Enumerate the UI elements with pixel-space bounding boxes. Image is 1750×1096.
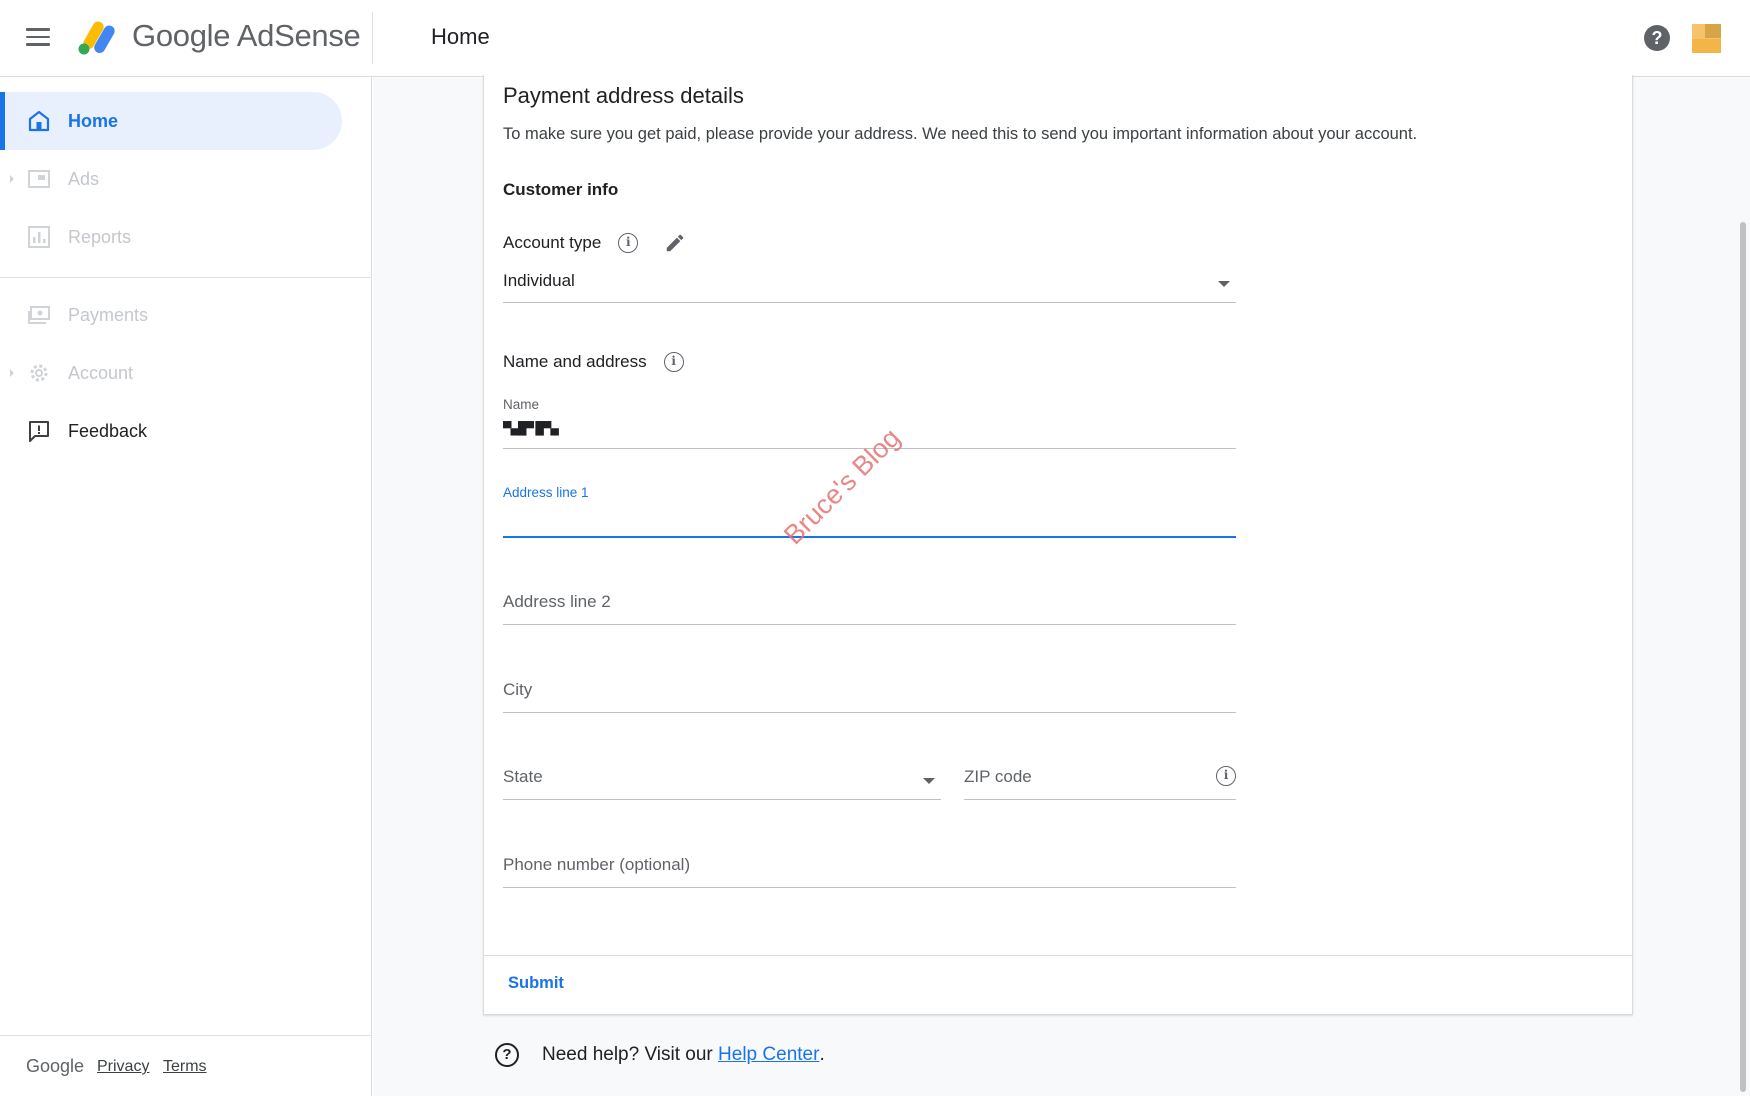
zip-code-field[interactable]: ZIP code i: [964, 757, 1236, 800]
page-title: Home: [431, 24, 490, 49]
home-icon: [28, 110, 50, 132]
feedback-icon: [29, 421, 49, 442]
ads-icon: [28, 170, 50, 188]
dropdown-arrow-icon: [1218, 281, 1230, 287]
gear-icon: [30, 364, 48, 382]
sidebar-item-label: Feedback: [68, 420, 148, 441]
scrollbar[interactable]: [1740, 222, 1746, 1092]
address-line-1-label: Address line 1: [503, 485, 589, 500]
payments-icon: [28, 306, 50, 324]
sidebar-item-account[interactable]: Account: [0, 344, 342, 402]
state-select[interactable]: State: [503, 757, 941, 800]
main-content: Payment address details To make sure you…: [373, 75, 1750, 1096]
sidebar-footer: Google Privacy Terms: [0, 1035, 372, 1096]
bar-chart-icon: [28, 226, 50, 248]
account-type-value: Individual: [503, 271, 575, 290]
card-title: Payment address details: [503, 83, 744, 108]
phone-number-field[interactable]: Phone number (optional): [503, 845, 1236, 888]
expand-caret-icon: [10, 369, 14, 377]
address-line-2-field[interactable]: Address line 2: [503, 582, 1236, 625]
name-address-label: Name and address: [503, 352, 647, 371]
google-wordmark: Google: [26, 1056, 85, 1076]
help-period: .: [819, 1044, 825, 1065]
terms-link[interactable]: Terms: [163, 1058, 207, 1076]
info-icon[interactable]: i: [663, 352, 684, 372]
sidebar: Home Ads Reports Payments Account Feedba…: [0, 77, 372, 1096]
expand-caret-icon: [10, 175, 14, 183]
privacy-link[interactable]: Privacy: [97, 1058, 149, 1076]
phone-number-placeholder: Phone number (optional): [503, 855, 691, 874]
info-icon[interactable]: i: [1216, 766, 1236, 786]
address-line-1-field[interactable]: Address line 1: [503, 483, 1236, 538]
account-avatar[interactable]: [1692, 24, 1721, 53]
account-type-select[interactable]: Individual: [503, 265, 1236, 303]
card-footer: Submit: [484, 955, 1632, 1015]
payment-address-card: Payment address details To make sure you…: [483, 75, 1633, 1015]
sidebar-item-payments[interactable]: Payments: [0, 286, 342, 344]
card-description: To make sure you get paid, please provid…: [503, 125, 1418, 143]
submit-button[interactable]: Submit: [508, 974, 564, 993]
account-type-label: Account type: [503, 233, 602, 252]
sidebar-item-label: Reports: [68, 226, 132, 247]
sidebar-item-label: Account: [68, 362, 134, 383]
adsense-logo-icon: [78, 21, 115, 55]
help-center-link[interactable]: Help Center: [718, 1044, 819, 1066]
name-field-value: ▀▄█▀ █▀▄: [503, 421, 559, 435]
main-menu-button[interactable]: [26, 28, 50, 48]
help-text: Need help? Visit our: [542, 1044, 713, 1065]
app-header: Google AdSense Home ?: [0, 0, 1750, 77]
zip-code-placeholder: ZIP code: [964, 767, 1032, 786]
account-type-label-row: Account type i: [503, 232, 686, 254]
address-line-2-placeholder: Address line 2: [503, 592, 611, 611]
dropdown-arrow-icon: [923, 778, 935, 784]
sidebar-item-label: Ads: [68, 168, 100, 189]
help-icon[interactable]: ?: [1644, 25, 1670, 51]
state-placeholder: State: [503, 767, 543, 786]
brand-name: Google AdSense: [132, 18, 361, 53]
name-field-label: Name: [503, 397, 540, 412]
sidebar-item-label: Payments: [68, 304, 149, 325]
help-circle-icon: ?: [495, 1043, 519, 1067]
sidebar-item-ads[interactable]: Ads: [0, 150, 342, 208]
header-divider: [372, 12, 373, 64]
sidebar-item-reports[interactable]: Reports: [0, 208, 342, 266]
city-field[interactable]: City: [503, 670, 1236, 713]
sidebar-item-home[interactable]: Home: [0, 92, 342, 150]
edit-pencil-icon[interactable]: [664, 232, 686, 254]
sidebar-item-feedback[interactable]: Feedback: [0, 402, 342, 460]
sidebar-item-label: Home: [68, 110, 119, 131]
city-placeholder: City: [503, 680, 533, 699]
name-address-label-row: Name and address i: [503, 352, 684, 372]
info-icon[interactable]: i: [618, 233, 639, 253]
section-heading: Customer info: [503, 180, 619, 199]
help-line: ? Need help? Visit our Help Center.: [495, 1043, 825, 1067]
sidebar-divider: [0, 277, 372, 278]
